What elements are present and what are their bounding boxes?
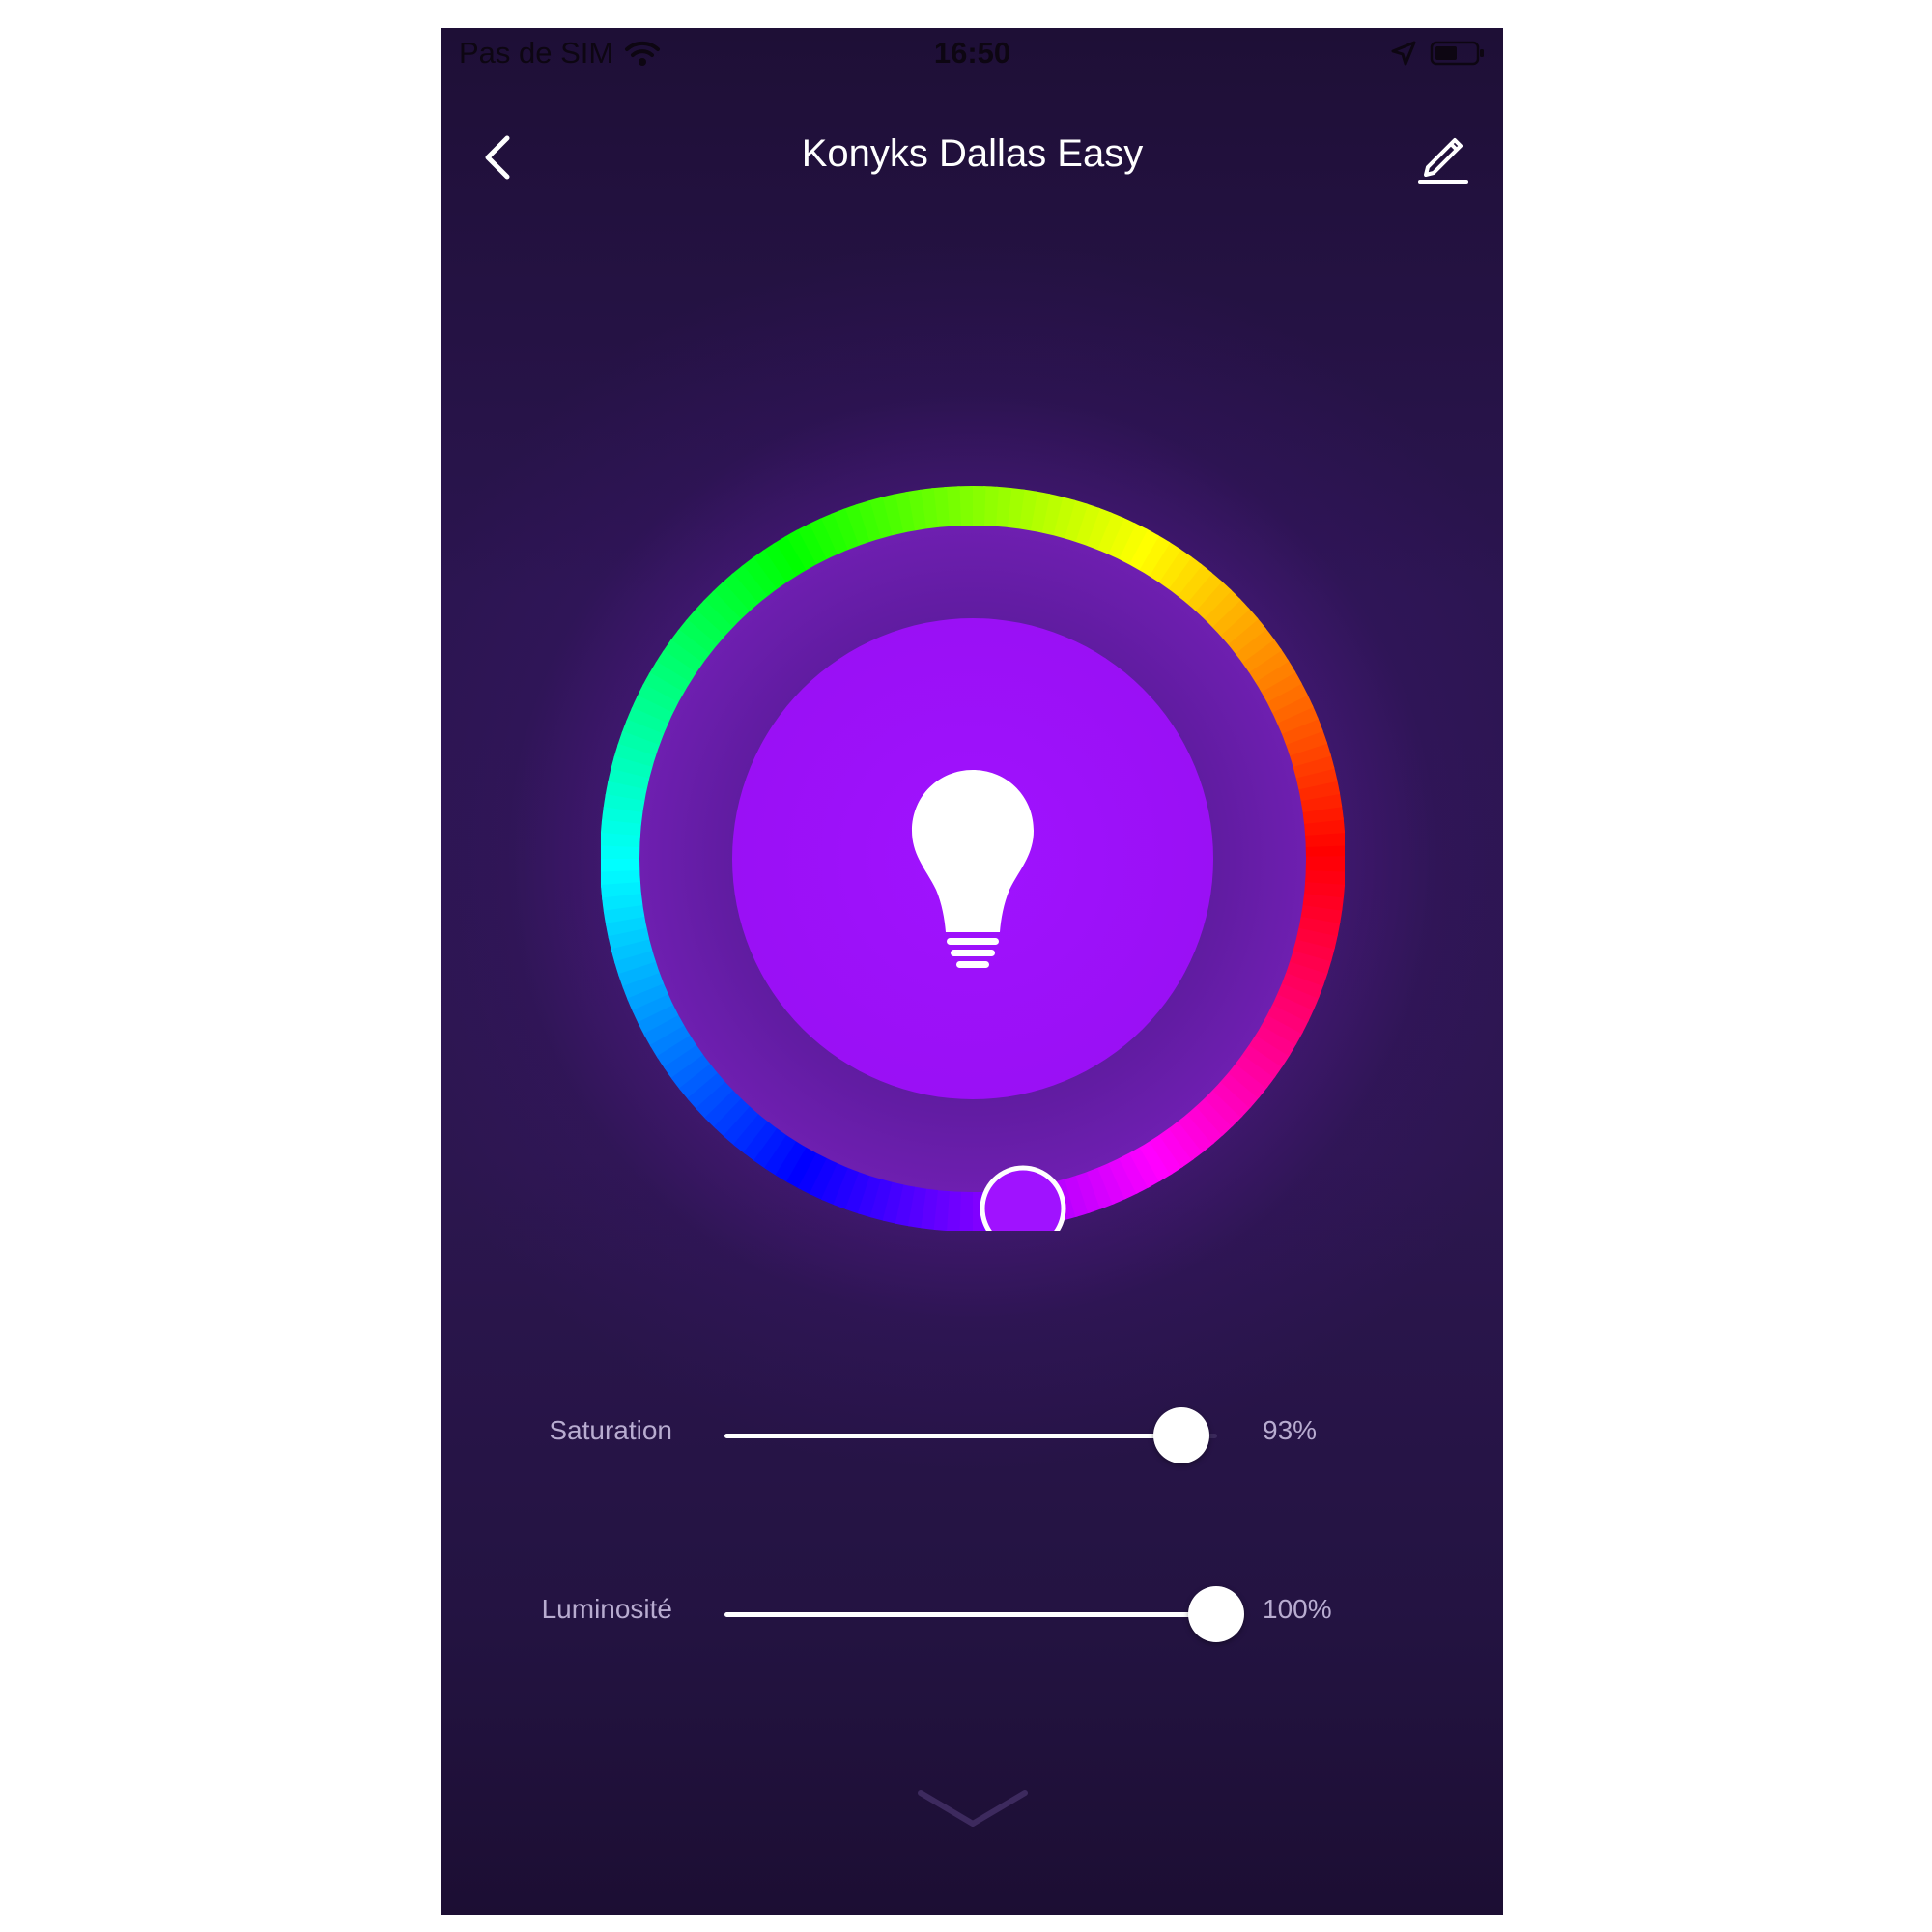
hue-selector-thumb[interactable] xyxy=(980,1165,1066,1252)
page-title: Konyks Dallas Easy xyxy=(801,132,1144,175)
saturation-value: 93% xyxy=(1263,1415,1318,1445)
brightness-slider-row: Luminosité 100% xyxy=(441,1580,1503,1648)
pencil-icon[interactable] xyxy=(1416,128,1470,186)
chevron-down-icon[interactable] xyxy=(915,1781,1031,1839)
brightness-label: Luminosité xyxy=(541,1594,672,1624)
status-indicators xyxy=(1391,40,1486,67)
color-wheel-graphic[interactable] xyxy=(600,458,1346,1252)
saturation-slider-fill xyxy=(724,1434,1182,1438)
brightness-value: 100% xyxy=(1263,1594,1332,1624)
saturation-slider-track[interactable] xyxy=(724,1407,1217,1463)
saturation-slider-row: Saturation 93% xyxy=(441,1402,1503,1469)
location-arrow-icon xyxy=(1391,41,1416,66)
brightness-slider-fill xyxy=(724,1612,1217,1617)
phone-screen: Pas de SIM 16:50 Konyks Dallas Easy Satu… xyxy=(441,28,1503,1915)
color-wheel[interactable] xyxy=(600,458,1346,1252)
status-time: 16:50 xyxy=(933,36,1011,70)
brightness-slider-thumb[interactable] xyxy=(1188,1586,1244,1642)
nav-bar: Konyks Dallas Easy xyxy=(441,115,1503,192)
brightness-slider-track[interactable] xyxy=(724,1586,1244,1642)
status-bar: Pas de SIM 16:50 xyxy=(441,28,1503,82)
saturation-slider-thumb[interactable] xyxy=(1153,1407,1209,1463)
saturation-label: Saturation xyxy=(549,1415,672,1445)
battery-icon xyxy=(1430,41,1484,66)
